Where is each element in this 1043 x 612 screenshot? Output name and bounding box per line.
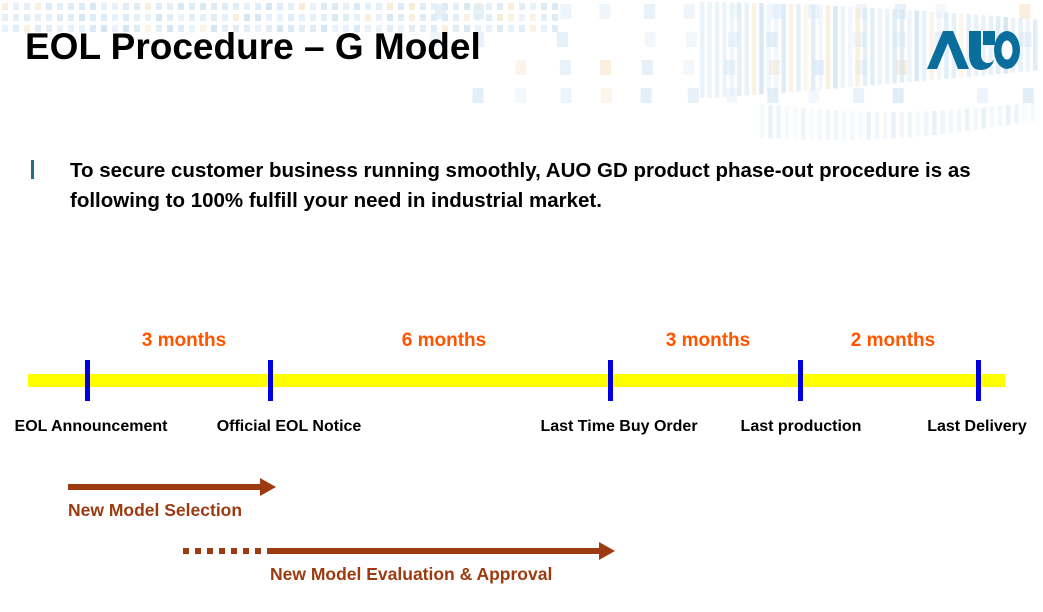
arrow-head-icon bbox=[260, 478, 276, 496]
timeline-tick bbox=[798, 360, 803, 401]
eol-timeline: 3 months 6 months 3 months 2 months EOL … bbox=[0, 300, 1043, 450]
arrow-shaft bbox=[68, 484, 260, 490]
timeline-milestone-label: EOL Announcement bbox=[14, 418, 168, 435]
timeline-milestone-label: Last Delivery bbox=[927, 418, 1027, 435]
timeline-tick bbox=[976, 360, 981, 401]
process-arrow-label: New Model Selection bbox=[68, 500, 243, 520]
timeline-tick bbox=[608, 360, 613, 401]
bullet-paragraph: To secure customer business running smoo… bbox=[28, 156, 988, 216]
arrow-shaft bbox=[268, 548, 599, 554]
slide-canvas: EOL Procedure – G Model To secure custom… bbox=[0, 0, 1043, 612]
timeline-span-label: 3 months bbox=[141, 330, 227, 351]
process-arrows: New Model Selection New Model Evaluation… bbox=[0, 460, 1043, 610]
bullet-text: To secure customer business running smoo… bbox=[70, 159, 971, 212]
timeline-milestone-label: Last production bbox=[740, 418, 862, 435]
page-title: EOL Procedure – G Model bbox=[25, 26, 481, 67]
header-decoration bbox=[0, 0, 1043, 140]
timeline-span-label: 3 months bbox=[665, 330, 751, 351]
process-arrow-label: New Model Evaluation & Approval bbox=[270, 564, 553, 584]
timeline-span-label: 2 months bbox=[850, 330, 936, 351]
arrow-shaft-dotted bbox=[183, 548, 270, 554]
arrow-head-icon bbox=[599, 542, 615, 560]
auo-logo bbox=[925, 27, 1021, 73]
bullet-marker-icon bbox=[31, 160, 34, 179]
timeline-tick bbox=[85, 360, 90, 401]
timeline-milestone-label: Last Time Buy Order bbox=[540, 418, 698, 435]
timeline-span-label: 6 months bbox=[401, 330, 487, 351]
timeline-tick bbox=[268, 360, 273, 401]
timeline-bar bbox=[28, 374, 1005, 387]
timeline-milestone-label: Official EOL Notice bbox=[216, 418, 362, 435]
